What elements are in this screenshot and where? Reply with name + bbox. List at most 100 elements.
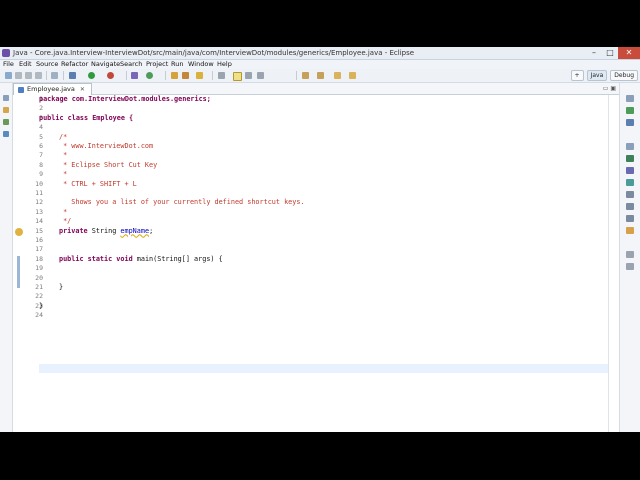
close-button[interactable]: ✕ xyxy=(618,47,640,59)
progress-icon[interactable] xyxy=(626,203,634,210)
menu-file[interactable]: File xyxy=(3,60,14,69)
open-type-icon[interactable] xyxy=(171,72,178,79)
problems-icon[interactable] xyxy=(626,155,634,162)
toolbar-separator xyxy=(63,71,64,80)
toggle-comment-icon[interactable] xyxy=(51,72,58,79)
print-icon[interactable] xyxy=(35,72,42,79)
minimize-editor-icon[interactable]: ▭ ▣ xyxy=(603,85,616,92)
save-icon[interactable] xyxy=(15,72,22,79)
next-annotation-icon[interactable] xyxy=(302,72,309,79)
debug-perspective-button[interactable]: Debug xyxy=(610,70,638,81)
left-trim-bar xyxy=(0,83,13,432)
tab-employee-java[interactable]: Employee.java ✕ xyxy=(13,83,92,95)
menu-run[interactable]: Run xyxy=(171,60,183,69)
restore-right-icon[interactable] xyxy=(626,95,634,102)
minimize-button[interactable]: – xyxy=(586,47,602,59)
code-line: package com.InterviewDot.modules.generic… xyxy=(39,95,211,104)
new-icon[interactable] xyxy=(5,72,12,79)
vertical-ruler xyxy=(13,95,25,432)
method-modifiers: public static void xyxy=(59,254,133,263)
toggle-block-selection-icon[interactable] xyxy=(245,72,252,79)
main-toolbar xyxy=(0,69,640,83)
code-line-6: * www.InterviewDot.com xyxy=(59,142,154,150)
menu-bar: File Edit Source Refactor Navigate Searc… xyxy=(0,60,640,69)
minimized-view-icon[interactable] xyxy=(626,251,634,258)
eclipse-window: Java - Core.java.Interview-InterviewDot/… xyxy=(0,47,640,432)
new-java-project-icon[interactable] xyxy=(131,72,138,79)
package-explorer-icon[interactable] xyxy=(3,107,9,113)
eclipse-app-icon xyxy=(2,49,10,57)
open-task-icon[interactable] xyxy=(196,72,203,79)
restore-bottom-icon[interactable] xyxy=(626,143,634,150)
code-line-13: * xyxy=(59,207,68,216)
console-icon[interactable] xyxy=(626,191,634,198)
back-icon[interactable] xyxy=(334,72,341,79)
task-list-icon[interactable] xyxy=(626,119,634,126)
java-editor[interactable]: 1 2 3 4 5 6 7 8 9 10 11 12 13 14 15 16 1… xyxy=(13,95,608,432)
close-tab-icon[interactable]: ✕ xyxy=(80,84,85,95)
statement-end: ; xyxy=(149,226,154,235)
debug-icon[interactable] xyxy=(69,72,76,79)
code-area[interactable]: package com.InterviewDot.modules.generic… xyxy=(39,95,608,432)
code-line-12: Shows you a list of your currently defin… xyxy=(59,198,305,207)
menu-source[interactable]: Source xyxy=(36,60,58,69)
menu-project[interactable]: Project xyxy=(146,60,168,69)
toggle-mark-occurrences-icon[interactable] xyxy=(233,72,242,81)
code-line-8: * Eclipse Short Cut Key xyxy=(59,160,158,169)
search-view-icon[interactable] xyxy=(626,215,634,222)
code-line-15: private String empName; xyxy=(59,227,153,236)
code-line-7: * xyxy=(59,151,68,160)
menu-search[interactable]: Search xyxy=(120,60,142,69)
previous-annotation-icon[interactable] xyxy=(317,72,324,79)
method-signature: main(String[] args) { xyxy=(132,254,223,263)
menu-edit[interactable]: Edit xyxy=(19,60,32,69)
menu-help[interactable]: Help xyxy=(217,60,232,69)
run-icon[interactable] xyxy=(88,72,95,79)
code-line-21: } xyxy=(59,283,64,291)
editor-tab-bar: Employee.java ✕ ▭ ▣ xyxy=(13,83,620,95)
line-number-gutter: 1 2 3 4 5 6 7 8 9 10 11 12 13 14 15 16 1… xyxy=(25,95,43,432)
range-indicator xyxy=(17,256,20,288)
toolbar-separator xyxy=(212,71,213,80)
java-file-icon xyxy=(18,86,24,93)
code-line-3: public class Employee { xyxy=(39,113,134,122)
hierarchy-icon[interactable] xyxy=(3,119,9,125)
outline-icon[interactable] xyxy=(626,107,634,114)
code-line-18: public static void main(String[] args) { xyxy=(59,255,223,264)
navigator-icon[interactable] xyxy=(3,131,9,137)
code-line-9: * xyxy=(59,170,68,179)
toolbar-separator xyxy=(126,71,127,80)
history-icon[interactable] xyxy=(626,227,634,234)
code-line-5: /* xyxy=(59,132,68,141)
right-trim-bar xyxy=(619,83,640,432)
window-title: Java - Core.java.Interview-InterviewDot/… xyxy=(13,49,415,57)
javadoc-icon[interactable] xyxy=(626,167,634,174)
search-icon[interactable] xyxy=(182,72,189,79)
toolbar-separator xyxy=(296,71,297,80)
declaration-icon[interactable] xyxy=(626,179,634,186)
maximize-button[interactable]: □ xyxy=(602,47,618,59)
menu-window[interactable]: Window xyxy=(188,60,214,69)
show-whitespace-icon[interactable] xyxy=(257,72,264,79)
external-tools-icon[interactable] xyxy=(107,72,114,79)
open-perspective-button[interactable]: + xyxy=(570,70,584,81)
java-perspective-button[interactable]: Java xyxy=(586,70,608,81)
new-class-icon[interactable] xyxy=(146,72,153,79)
minimized-view-icon[interactable] xyxy=(626,263,634,270)
toolbar-separator xyxy=(165,71,166,80)
field-name: empName xyxy=(120,226,150,235)
save-all-icon[interactable] xyxy=(25,72,32,79)
toggle-occurrences-icon[interactable] xyxy=(218,72,225,79)
restore-icon[interactable] xyxy=(3,95,9,101)
code-line-1: package com.InterviewDot.modules.generic… xyxy=(39,95,211,103)
tab-label: Employee.java xyxy=(27,85,75,93)
menu-refactor[interactable]: Refactor xyxy=(61,60,88,69)
private-keyword: private xyxy=(59,226,88,235)
forward-icon[interactable] xyxy=(349,72,356,79)
menu-navigate[interactable]: Navigate xyxy=(91,60,120,69)
field-type: String xyxy=(87,226,121,235)
window-controls: – □ ✕ xyxy=(586,47,640,59)
warning-marker-icon[interactable] xyxy=(15,228,23,236)
toolbar-separator xyxy=(46,71,47,80)
code-line-14: */ xyxy=(59,217,72,226)
